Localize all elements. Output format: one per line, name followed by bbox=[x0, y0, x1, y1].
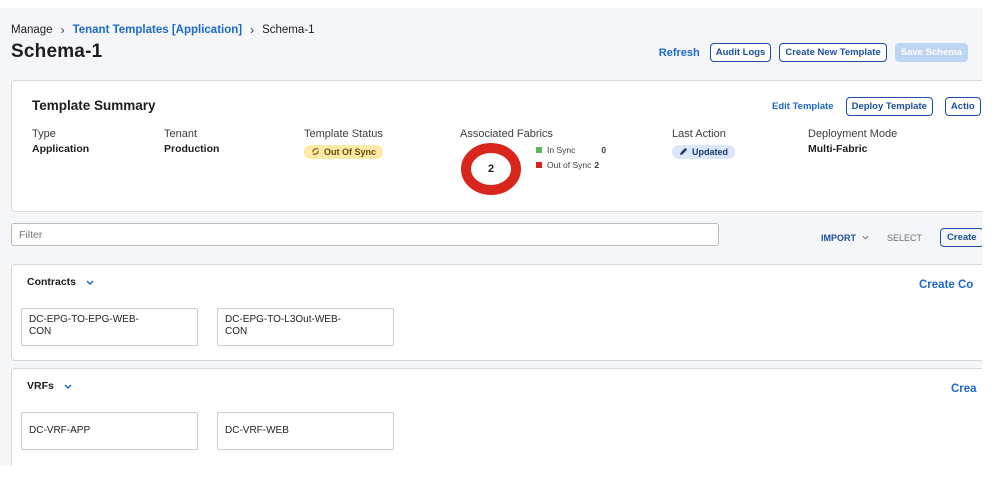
deployment-mode-label: Deployment Mode bbox=[808, 128, 898, 140]
in-sync-swatch bbox=[536, 146, 542, 153]
contracts-header[interactable]: Contracts bbox=[27, 276, 94, 288]
vrfs-title: VRFs bbox=[27, 380, 54, 392]
breadcrumb: Manage › Tenant Templates [Application] … bbox=[11, 23, 315, 37]
actions-button[interactable]: Actio bbox=[944, 97, 981, 116]
pencil-icon bbox=[679, 147, 688, 156]
breadcrumb-manage[interactable]: Manage bbox=[11, 24, 53, 36]
vrf-tile[interactable]: DC-VRF-APP bbox=[21, 412, 198, 450]
status-badge-label: Out Of Sync bbox=[324, 146, 377, 157]
select-button[interactable]: SELECT bbox=[887, 233, 922, 243]
create-vrf-link[interactable]: Crea bbox=[951, 383, 977, 395]
vrfs-section: VRFs Crea DC-VRF-APP DC-VRF-WEB bbox=[11, 368, 982, 466]
template-summary-title: Template Summary bbox=[32, 98, 156, 113]
in-sync-label: In Sync bbox=[547, 144, 576, 155]
edit-template-button[interactable]: Edit Template bbox=[772, 101, 834, 112]
contract-name-line: CON bbox=[29, 326, 52, 337]
create-button[interactable]: Create bbox=[940, 228, 982, 247]
out-of-sync-count: 2 bbox=[594, 159, 600, 170]
fabrics-legend: In Sync 0 Out of Sync 2 bbox=[536, 142, 606, 172]
legend-out-of-sync: Out of Sync 2 bbox=[536, 157, 606, 172]
page-title: Schema-1 bbox=[11, 41, 103, 62]
contracts-title: Contracts bbox=[27, 276, 77, 288]
last-action-value: Updated bbox=[692, 146, 728, 157]
summary-actions: Edit Template Deploy Template Actio bbox=[772, 97, 981, 116]
type-label: Type bbox=[32, 128, 56, 140]
in-sync-count: 0 bbox=[601, 144, 607, 155]
header-actions: Refresh Audit Logs Create New Template S… bbox=[659, 43, 968, 62]
template-status-field: Template Status Out Of Sync bbox=[304, 128, 384, 161]
associated-fabrics-field: Associated Fabrics 2 In Sync 0 Out of Sy… bbox=[460, 128, 606, 195]
breadcrumb-tenant-templates[interactable]: Tenant Templates [Application] bbox=[73, 24, 243, 36]
last-action-label: Last Action bbox=[672, 128, 726, 140]
legend-in-sync: In Sync 0 bbox=[536, 142, 606, 157]
deployment-mode-field: Deployment Mode Multi-Fabric bbox=[808, 128, 897, 155]
type-value: Application bbox=[32, 143, 90, 155]
create-new-template-button[interactable]: Create New Template bbox=[779, 43, 887, 62]
associated-fabrics-label: Associated Fabrics bbox=[460, 128, 553, 140]
status-badge: Out Of Sync bbox=[304, 144, 384, 159]
breadcrumb-current: Schema-1 bbox=[262, 24, 315, 36]
out-of-sync-icon bbox=[312, 148, 319, 155]
template-summary-card: Template Summary Edit Template Deploy Te… bbox=[11, 80, 982, 212]
chevron-down-icon bbox=[64, 383, 72, 389]
audit-logs-button[interactable]: Audit Logs bbox=[709, 43, 772, 62]
deployment-mode-value: Multi-Fabric bbox=[808, 143, 868, 155]
vrfs-header[interactable]: VRFs bbox=[27, 380, 72, 392]
save-schema-button: Save Schema bbox=[894, 43, 968, 62]
type-field: Type Application bbox=[32, 128, 89, 155]
contracts-section: Contracts Create Co DC-EPG-TO-EPG-WEB- C… bbox=[11, 264, 982, 361]
app-window: Manage › Tenant Templates [Application] … bbox=[0, 8, 982, 466]
refresh-button[interactable]: Refresh bbox=[659, 47, 700, 59]
vrf-name: DC-VRF-APP bbox=[29, 425, 91, 436]
out-of-sync-label: Out of Sync bbox=[547, 159, 592, 170]
contract-tile[interactable]: DC-EPG-TO-L3Out-WEB- CON bbox=[217, 308, 394, 346]
contract-name-line: DC-EPG-TO-L3Out-WEB- bbox=[225, 314, 341, 325]
fabrics-total: 2 bbox=[487, 163, 495, 175]
filter-input[interactable] bbox=[11, 223, 719, 246]
vrf-name: DC-VRF-WEB bbox=[225, 425, 289, 436]
vrf-tile[interactable]: DC-VRF-WEB bbox=[217, 412, 394, 450]
chevron-down-icon bbox=[862, 235, 869, 240]
contract-name-line: DC-EPG-TO-EPG-WEB- bbox=[29, 314, 139, 325]
contract-tile[interactable]: DC-EPG-TO-EPG-WEB- CON bbox=[21, 308, 198, 346]
tenant-value: Production bbox=[164, 143, 220, 155]
last-action-badge: Updated bbox=[672, 144, 735, 159]
import-label: IMPORT bbox=[821, 232, 856, 243]
contract-name-line: CON bbox=[225, 326, 248, 337]
template-status-label: Template Status bbox=[304, 128, 383, 140]
tenant-field: Tenant Production bbox=[164, 128, 219, 155]
chevron-right-icon: › bbox=[250, 23, 255, 37]
toolbar: IMPORT SELECT Create bbox=[821, 228, 982, 247]
tenant-label: Tenant bbox=[164, 128, 198, 140]
chevron-down-icon bbox=[86, 279, 94, 285]
deploy-template-button[interactable]: Deploy Template bbox=[845, 97, 933, 116]
create-contract-link[interactable]: Create Co bbox=[919, 279, 973, 291]
last-action-field: Last Action Updated bbox=[672, 128, 735, 161]
out-of-sync-swatch bbox=[536, 161, 542, 168]
chevron-right-icon: › bbox=[60, 23, 65, 37]
import-dropdown[interactable]: IMPORT bbox=[821, 233, 869, 243]
